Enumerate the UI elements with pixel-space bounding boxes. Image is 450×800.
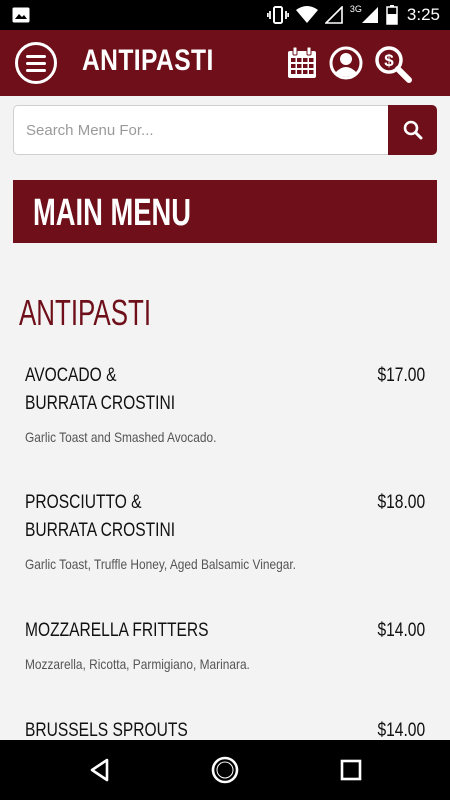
signal-empty-icon — [324, 6, 343, 24]
menu-button[interactable] — [15, 42, 57, 84]
menu-icon-line — [26, 68, 46, 72]
search-bar — [13, 105, 437, 155]
item-description: Mozzarella, Ricotta, Parmigiano, Marinar… — [25, 656, 250, 672]
menu-item[interactable]: PROSCIUTTO & BURRATA CROSTINI $18.00 Gar… — [25, 489, 425, 589]
image-notification-icon — [12, 7, 30, 23]
page-title: ANTIPASTI — [82, 44, 214, 77]
section-heading: ANTIPASTI — [19, 292, 152, 333]
menu-item[interactable]: MOZZARELLA FRITTERS $14.00 Mozzarella, R… — [25, 617, 425, 677]
item-description: Garlic Toast, Truffle Honey, Aged Balsam… — [25, 556, 296, 572]
item-name: PROSCIUTTO & BURRATA CROSTINI — [25, 492, 176, 541]
search-input[interactable] — [13, 105, 388, 155]
network-type-label: 3G — [349, 4, 362, 14]
status-time: 3:25 — [406, 5, 440, 24]
vibrate-icon — [266, 6, 289, 24]
price-search-icon[interactable]: $ — [374, 45, 412, 83]
wifi-icon — [295, 6, 318, 24]
app-bar: ANTIPASTI $ — [0, 30, 450, 96]
search-icon — [403, 120, 422, 140]
menu-item[interactable]: AVOCADO & BURRATA CROSTINI $17.00 Garlic… — [25, 362, 425, 462]
account-icon[interactable] — [328, 45, 364, 81]
item-name: AVOCADO & BURRATA CROSTINI — [25, 365, 176, 414]
calendar-icon[interactable] — [284, 45, 320, 81]
signal-3g-icon — [361, 6, 379, 24]
item-name: BRUSSELS SPROUTS — [25, 720, 188, 740]
main-menu-banner[interactable]: MAIN MENU — [13, 180, 437, 243]
item-description: Garlic Toast and Smashed Avocado. — [25, 429, 217, 445]
svg-text:$: $ — [384, 51, 394, 70]
menu-item[interactable]: BRUSSELS SPROUTS $14.00 — [25, 717, 425, 740]
search-button[interactable] — [388, 105, 437, 155]
system-nav-bar — [0, 740, 450, 800]
recents-icon[interactable] — [337, 756, 365, 784]
item-name: MOZZARELLA FRITTERS — [25, 620, 209, 641]
menu-icon-line — [26, 54, 46, 58]
home-icon[interactable] — [210, 755, 240, 785]
item-price: $14.00 — [377, 620, 425, 641]
status-bar: 3G 3:25 — [0, 0, 450, 30]
menu-icon-line — [26, 61, 46, 65]
battery-icon — [386, 5, 398, 25]
item-price: $17.00 — [377, 365, 425, 386]
item-price: $14.00 — [377, 720, 425, 740]
banner-title: MAIN MENU — [33, 192, 192, 234]
back-icon[interactable] — [86, 756, 114, 784]
item-price: $18.00 — [377, 492, 425, 513]
